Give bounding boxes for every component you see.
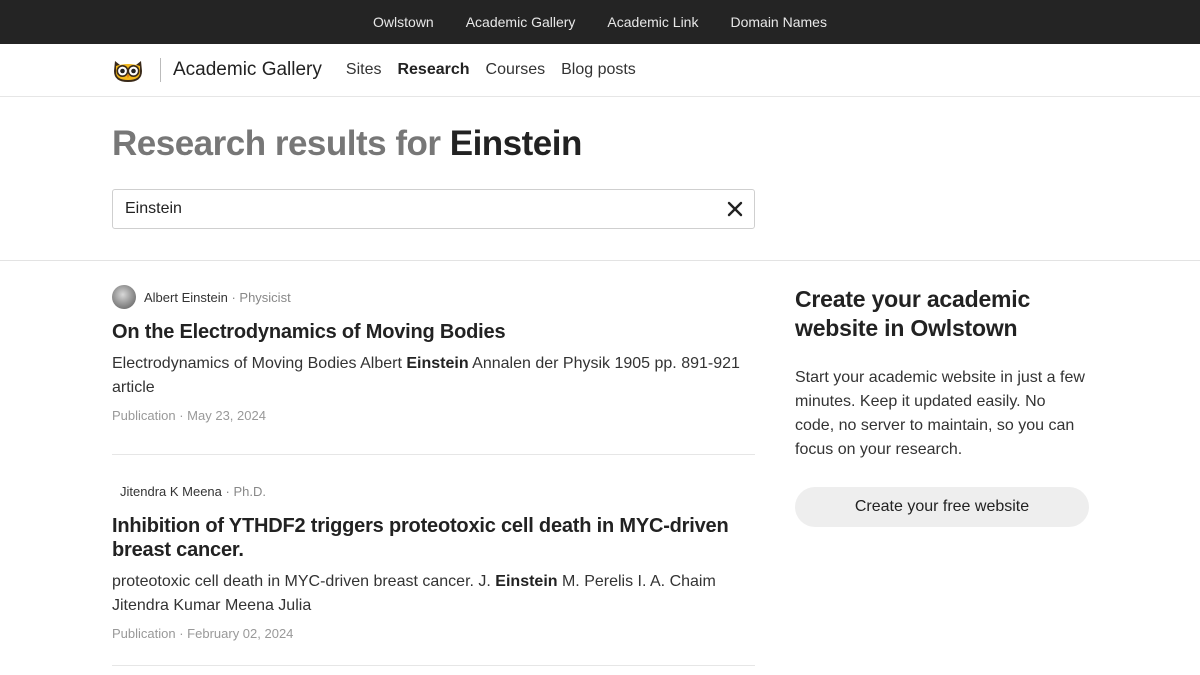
author-row: Jitendra K Meena · Ph.D.: [112, 479, 755, 503]
promo-heading: Create your academic website in Owlstown: [795, 286, 1031, 341]
close-icon[interactable]: [726, 200, 744, 218]
main-content: Albert Einstein · Physicist On the Elect…: [0, 261, 1200, 666]
promo-sidebar: Create your academic website in Owlstown…: [795, 261, 1089, 666]
search-header: Research results for Einstein: [0, 97, 1200, 261]
nav-link-sites[interactable]: Sites: [346, 61, 382, 79]
create-website-button[interactable]: Create your free website: [795, 487, 1089, 527]
author-role: · Ph.D.: [225, 483, 266, 499]
page-title-prefix: Research results for: [112, 124, 441, 163]
result-snippet: proteotoxic cell death in MYC-driven bre…: [112, 570, 755, 618]
snippet-text: proteotoxic cell death in MYC-driven bre…: [112, 573, 496, 590]
snippet-highlight: Einstein: [406, 355, 469, 372]
topbar-link-academic-link[interactable]: Academic Link: [607, 14, 698, 30]
result-title[interactable]: Inhibition of YTHDF2 triggers proteotoxi…: [112, 514, 755, 562]
result-meta: Publication · May 23, 2024: [112, 408, 755, 423]
result-meta: Publication · February 02, 2024: [112, 626, 755, 641]
author-name[interactable]: Albert Einstein: [144, 290, 228, 305]
result-item: Albert Einstein · Physicist On the Elect…: [112, 261, 755, 455]
result-date: · May 23, 2024: [179, 408, 266, 423]
results-list: Albert Einstein · Physicist On the Elect…: [112, 261, 755, 666]
nav-link-courses[interactable]: Courses: [486, 61, 546, 79]
topbar-link-owlstown[interactable]: Owlstown: [373, 14, 434, 30]
result-item: Jitendra K Meena · Ph.D. Inhibition of Y…: [112, 455, 755, 666]
snippet-highlight: Einstein: [495, 573, 558, 590]
result-title[interactable]: On the Electrodynamics of Moving Bodies: [112, 320, 755, 344]
nav-links: Sites Research Courses Blog posts: [346, 61, 636, 79]
brand-divider: [160, 58, 161, 82]
result-type: Publication: [112, 626, 176, 641]
brand-name[interactable]: Academic Gallery: [173, 59, 322, 81]
snippet-text: Electrodynamics of Moving Bodies Albert: [112, 355, 407, 372]
result-date: · February 02, 2024: [179, 626, 294, 641]
result-snippet: Electrodynamics of Moving Bodies Albert …: [112, 352, 755, 400]
result-type: Publication: [112, 408, 176, 423]
promo-text: Start your academic website in just a fe…: [795, 369, 1085, 458]
topbar-link-domain-names[interactable]: Domain Names: [730, 14, 826, 30]
page-title-query: Einstein: [449, 124, 583, 163]
nav-link-blog-posts[interactable]: Blog posts: [561, 61, 636, 79]
search-box: [112, 189, 755, 229]
page-title: Research results for Einstein: [112, 97, 1200, 164]
topbar-link-academic-gallery[interactable]: Academic Gallery: [466, 14, 576, 30]
main-nav: Academic Gallery Sites Research Courses …: [0, 44, 1200, 97]
author-name[interactable]: Jitendra K Meena: [120, 484, 222, 499]
author-role: · Physicist: [231, 289, 291, 305]
avatar[interactable]: [112, 285, 136, 309]
nav-link-research[interactable]: Research: [397, 61, 469, 79]
search-input[interactable]: [113, 190, 754, 228]
author-row: Albert Einstein · Physicist: [112, 285, 755, 309]
top-bar: Owlstown Academic Gallery Academic Link …: [0, 0, 1200, 44]
owl-logo-icon[interactable]: [112, 57, 144, 83]
